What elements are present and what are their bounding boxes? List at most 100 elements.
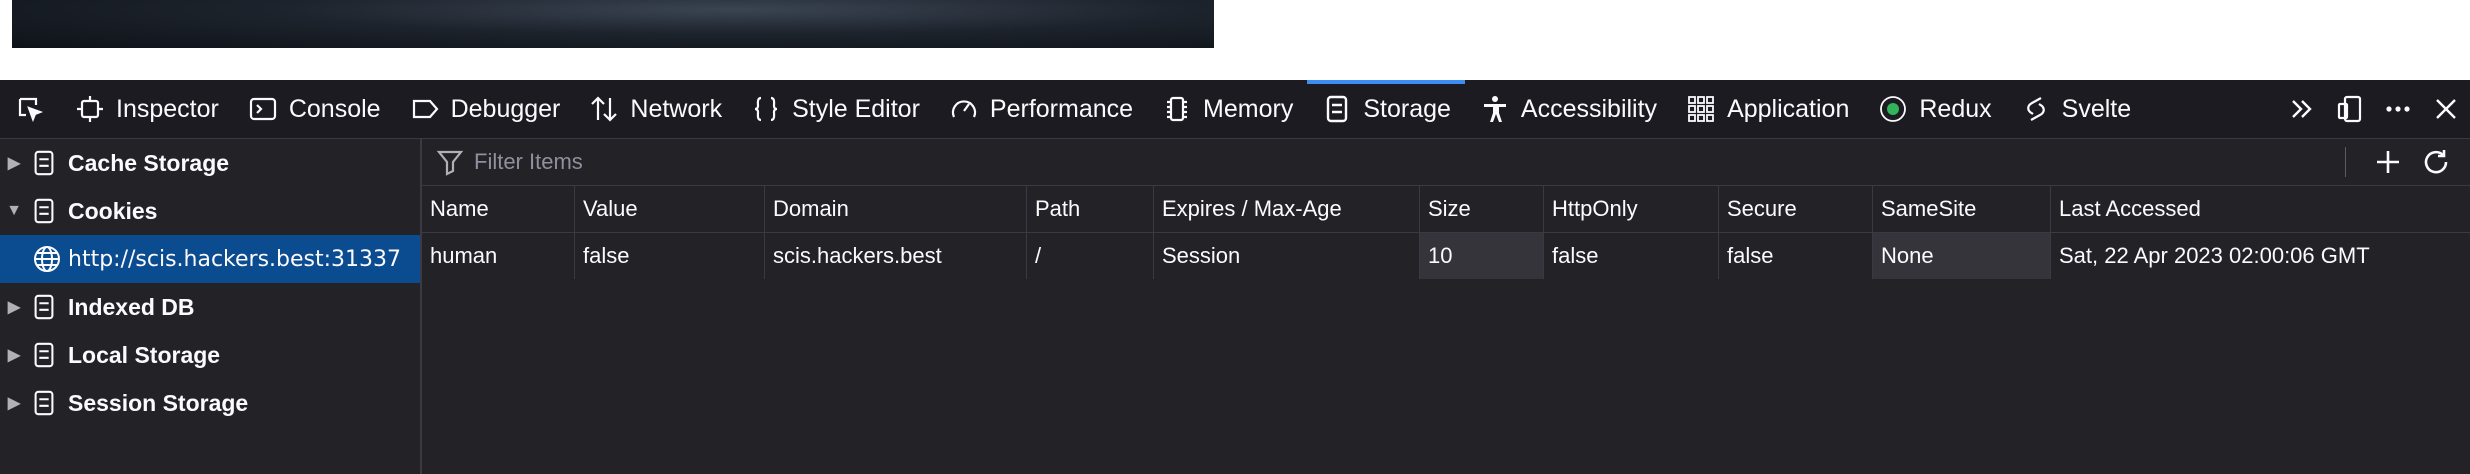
tab-label: Debugger bbox=[450, 94, 561, 123]
filter-bar-actions bbox=[2345, 139, 2460, 185]
devtools-panel: Inspector Console Debugger Network Style bbox=[0, 80, 2470, 474]
column-header-last-accessed[interactable]: Last Accessed bbox=[2050, 186, 2470, 232]
tab-inspector[interactable]: Inspector bbox=[60, 80, 233, 138]
column-header-size[interactable]: Size bbox=[1419, 186, 1543, 232]
tab-label: Performance bbox=[989, 94, 1134, 123]
sidebar-item-label: Cache Storage bbox=[68, 149, 230, 176]
application-icon bbox=[1685, 93, 1717, 125]
debugger-icon bbox=[409, 93, 441, 125]
tab-label: Accessibility bbox=[1520, 94, 1658, 123]
expand-arrow-icon[interactable]: ▶ bbox=[0, 297, 28, 317]
cell-last-accessed[interactable]: Sat, 22 Apr 2023 02:00:06 GMT bbox=[2050, 233, 2470, 279]
sidebar-item-session-storage[interactable]: ▶ Session Storage bbox=[0, 379, 420, 427]
sidebar-item-label: http://scis.hackers.best:31337 bbox=[68, 246, 402, 272]
more-options-icon[interactable] bbox=[2382, 93, 2414, 125]
memory-icon bbox=[1161, 93, 1193, 125]
cell-path[interactable]: / bbox=[1026, 233, 1153, 279]
add-item-icon[interactable] bbox=[2372, 146, 2404, 178]
tab-performance[interactable]: Performance bbox=[934, 80, 1147, 138]
tab-label: Network bbox=[630, 94, 723, 123]
sidebar-item-cache-storage[interactable]: ▶ Cache Storage bbox=[0, 139, 420, 187]
tab-memory[interactable]: Memory bbox=[1147, 80, 1307, 138]
element-picker-button[interactable] bbox=[0, 80, 60, 138]
devtools-toolbar: Inspector Console Debugger Network Style bbox=[0, 80, 2470, 139]
tab-application[interactable]: Application bbox=[1671, 80, 1863, 138]
performance-icon bbox=[948, 93, 980, 125]
filter-bar bbox=[422, 139, 2470, 186]
cell-secure[interactable]: false bbox=[1718, 233, 1872, 279]
responsive-design-icon[interactable] bbox=[2334, 93, 2366, 125]
column-header-value[interactable]: Value bbox=[574, 186, 764, 232]
element-picker-icon bbox=[14, 93, 46, 125]
expand-arrow-icon[interactable]: ▶ bbox=[0, 153, 28, 173]
page-background-image bbox=[12, 0, 1214, 48]
cell-expires[interactable]: Session bbox=[1153, 233, 1419, 279]
cell-name[interactable]: human bbox=[422, 233, 574, 279]
sidebar-item-cookie-origin[interactable]: http://scis.hackers.best:31337 bbox=[0, 235, 420, 283]
storage-icon bbox=[28, 339, 60, 371]
expand-arrow-icon[interactable]: ▶ bbox=[0, 393, 28, 413]
refresh-icon[interactable] bbox=[2420, 146, 2452, 178]
tab-storage[interactable]: Storage bbox=[1307, 80, 1465, 138]
sidebar-item-label: Local Storage bbox=[68, 341, 221, 368]
storage-sidebar: ▶ Cache Storage ▼ Cookies http://scis.ha… bbox=[0, 139, 422, 474]
tab-network[interactable]: Network bbox=[574, 80, 736, 138]
more-tools-chevron-icon[interactable] bbox=[2286, 93, 2318, 125]
column-header-name[interactable]: Name bbox=[422, 186, 574, 232]
sidebar-item-label: Cookies bbox=[68, 197, 158, 224]
tab-label: Style Editor bbox=[792, 94, 920, 123]
tab-label: Svelte bbox=[2061, 94, 2132, 123]
column-header-domain[interactable]: Domain bbox=[764, 186, 1026, 232]
tab-label: Memory bbox=[1203, 94, 1294, 123]
tab-label: Inspector bbox=[116, 94, 219, 123]
column-header-secure[interactable]: Secure bbox=[1718, 186, 1872, 232]
tab-label: Storage bbox=[1363, 94, 1451, 123]
network-icon bbox=[588, 93, 620, 125]
tab-svelte[interactable]: Svelte bbox=[2006, 80, 2145, 138]
storage-icon bbox=[28, 387, 60, 419]
sidebar-item-label: Indexed DB bbox=[68, 293, 195, 320]
cell-samesite[interactable]: None bbox=[1872, 233, 2050, 279]
sidebar-item-cookies[interactable]: ▼ Cookies bbox=[0, 187, 420, 235]
sidebar-item-local-storage[interactable]: ▶ Local Storage bbox=[0, 331, 420, 379]
column-header-httponly[interactable]: HttpOnly bbox=[1543, 186, 1718, 232]
column-header-samesite[interactable]: SameSite bbox=[1872, 186, 2050, 232]
style-editor-icon bbox=[750, 93, 782, 125]
tab-label: Console bbox=[288, 94, 381, 123]
storage-icon bbox=[28, 195, 60, 227]
tab-console[interactable]: Console bbox=[233, 80, 395, 138]
tab-accessibility[interactable]: Accessibility bbox=[1465, 80, 1671, 138]
storage-main-panel: Name Value Domain Path Expires / Max-Age… bbox=[422, 139, 2470, 474]
tab-style-editor[interactable]: Style Editor bbox=[736, 80, 934, 138]
collapse-arrow-icon[interactable]: ▼ bbox=[0, 202, 28, 220]
column-header-expires[interactable]: Expires / Max-Age bbox=[1153, 186, 1419, 232]
accessibility-icon bbox=[1479, 93, 1511, 125]
page-viewport bbox=[0, 0, 2470, 80]
tab-redux[interactable]: Redux bbox=[1863, 80, 2005, 138]
column-header-path[interactable]: Path bbox=[1026, 186, 1153, 232]
cell-httponly[interactable]: false bbox=[1543, 233, 1718, 279]
table-header: Name Value Domain Path Expires / Max-Age… bbox=[422, 186, 2470, 233]
inspector-icon bbox=[74, 93, 106, 125]
storage-icon bbox=[1321, 93, 1353, 125]
globe-icon bbox=[0, 244, 62, 274]
filter-icon bbox=[434, 146, 466, 178]
tab-debugger[interactable]: Debugger bbox=[395, 80, 575, 138]
cell-value[interactable]: false bbox=[574, 233, 764, 279]
expand-arrow-icon[interactable]: ▶ bbox=[0, 345, 28, 365]
console-icon bbox=[247, 93, 279, 125]
sidebar-item-indexed-db[interactable]: ▶ Indexed DB bbox=[0, 283, 420, 331]
sidebar-item-label: Session Storage bbox=[68, 389, 249, 416]
filter-items-input[interactable] bbox=[472, 148, 1876, 176]
table-row[interactable]: human false scis.hackers.best / Session … bbox=[422, 233, 2470, 279]
storage-icon bbox=[28, 147, 60, 179]
tab-label: Redux bbox=[1919, 94, 1992, 123]
close-icon[interactable] bbox=[2430, 93, 2462, 125]
storage-icon bbox=[28, 291, 60, 323]
cell-domain[interactable]: scis.hackers.best bbox=[764, 233, 1026, 279]
redux-icon bbox=[1877, 93, 1909, 125]
cell-size[interactable]: 10 bbox=[1419, 233, 1543, 279]
toolbar-right-controls bbox=[2278, 80, 2470, 138]
toolbar-separator bbox=[2345, 147, 2346, 177]
tab-label: Application bbox=[1727, 94, 1850, 123]
